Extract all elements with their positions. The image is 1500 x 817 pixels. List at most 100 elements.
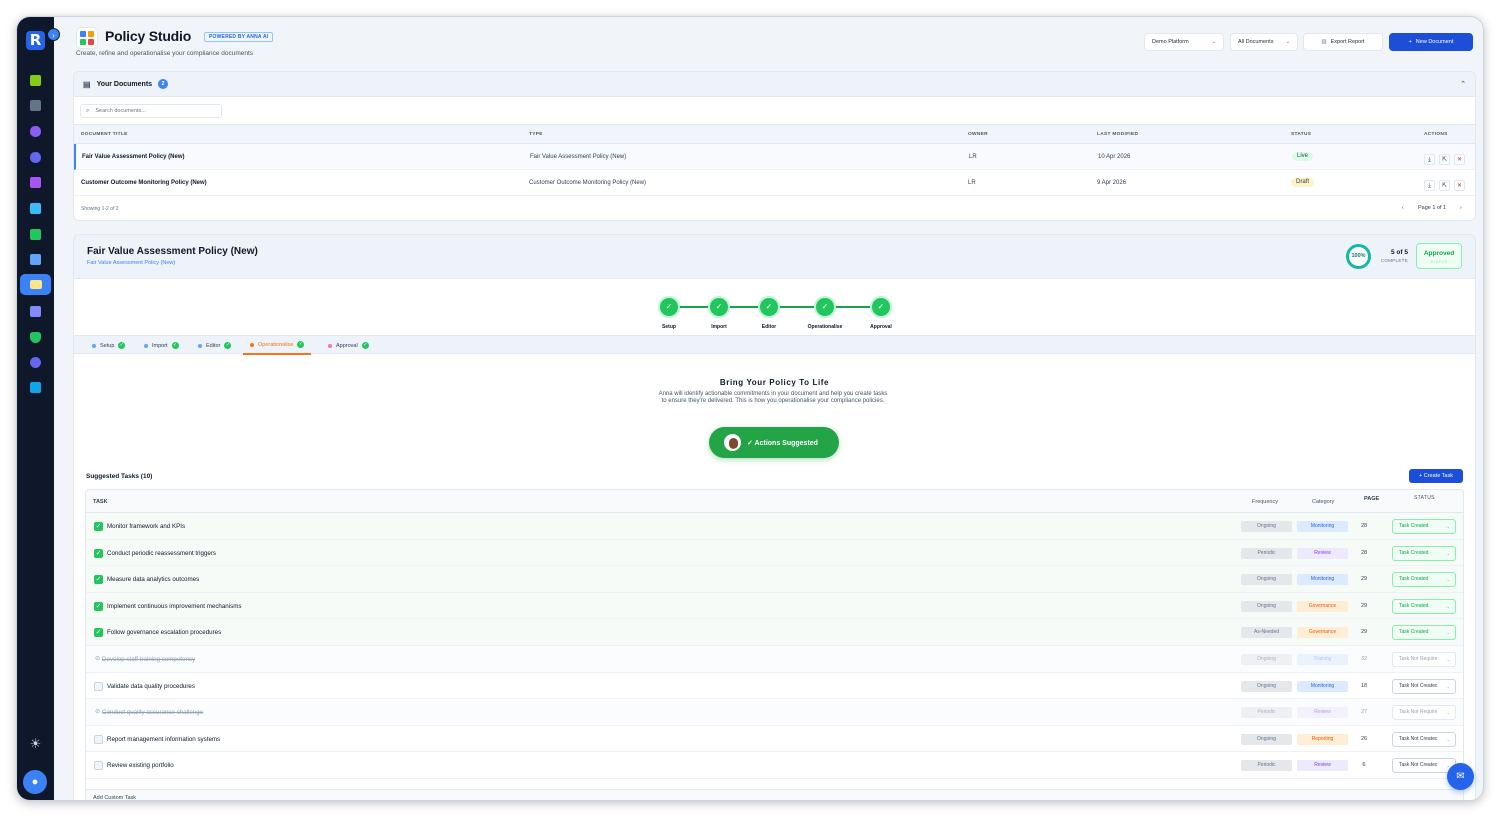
task-status-select[interactable]: Task Created ⌄ xyxy=(1392,598,1456,614)
nav-dashboard-icon[interactable] xyxy=(25,198,46,219)
task-status-select[interactable]: Task Created ⌄ xyxy=(1392,572,1456,588)
task-row[interactable]: Validate data quality procedures Ongoing M… xyxy=(86,673,1463,700)
search-input[interactable] xyxy=(95,108,206,114)
download-icon[interactable]: ⤓ xyxy=(1424,180,1435,191)
task-status-label: Task Not Createc xyxy=(1399,762,1438,769)
export-report-button[interactable]: ▥ Export Report xyxy=(1303,33,1383,51)
open-external-icon[interactable]: ⇱ xyxy=(1439,180,1450,191)
task-status-select[interactable]: Task Created ⌄ xyxy=(1392,519,1456,534)
frequency-badge: As-Needed xyxy=(1241,627,1292,639)
task-row[interactable]: ⊘ Conduct quality assurance challenge Peri… xyxy=(86,699,1463,726)
platform-select[interactable]: Demo Platform ⌄ xyxy=(1144,33,1224,51)
tab-label: Setup xyxy=(100,342,115,349)
task-status-select[interactable]: Task Created ⌄ xyxy=(1392,545,1456,561)
task-status-select[interactable]: Task Not Require ⌄ xyxy=(1392,652,1456,667)
check-icon: ✓ xyxy=(171,342,179,349)
new-document-button[interactable]: + New Document xyxy=(1389,33,1473,51)
col-status[interactable]: STATUS xyxy=(1291,132,1311,137)
step-operationalise-check-icon[interactable]: ✓ xyxy=(814,296,836,318)
task-status-select[interactable]: Task Created ⌄ xyxy=(1392,625,1456,641)
nav-policy-studio-icon[interactable] xyxy=(20,274,51,295)
task-row[interactable]: ✓ Follow governance escalation procedures… xyxy=(86,619,1463,646)
frequency-badge: Periodic xyxy=(1241,707,1292,719)
chat-icon[interactable]: ✉ xyxy=(1447,763,1474,790)
table-row[interactable]: Customer Outcome Monitoring Policy (New)… xyxy=(74,170,1475,196)
tab-operationalise[interactable]: Operationalise ✓ xyxy=(243,336,312,355)
add-custom-task-row[interactable]: Add Custom Task xyxy=(86,789,1463,800)
category-badge: Review xyxy=(1297,547,1348,559)
delete-icon[interactable]: ✕ xyxy=(1454,180,1465,191)
category-badge: Monitoring xyxy=(1297,680,1348,692)
nav-shield-icon[interactable] xyxy=(25,147,46,168)
create-task-button[interactable]: + Create Task xyxy=(1409,469,1463,483)
tab-approval[interactable]: Approval ✓ xyxy=(328,336,369,355)
download-icon[interactable]: ⤓ xyxy=(1424,154,1435,165)
checkbox-unchecked-icon[interactable] xyxy=(94,761,103,771)
category-badge: Governance xyxy=(1297,627,1348,639)
col-category: Category xyxy=(1312,499,1335,505)
col-type[interactable]: TYPE xyxy=(529,132,543,137)
task-row[interactable]: ✓ Conduct periodic reassessment triggers P… xyxy=(86,539,1463,567)
checkbox-unchecked-icon[interactable] xyxy=(94,734,103,744)
task-status-select[interactable]: Task Not Createc ⌄ xyxy=(1392,758,1456,774)
task-status-select[interactable]: Task Not Require ⌄ xyxy=(1392,705,1456,721)
checkbox-checked-icon[interactable]: ✓ xyxy=(94,628,103,638)
nav-security-icon[interactable] xyxy=(25,327,46,348)
next-page-icon[interactable]: › xyxy=(1460,205,1462,211)
step-editor-check-icon[interactable]: ✓ xyxy=(758,296,780,318)
checkbox-checked-icon[interactable]: ✓ xyxy=(94,548,103,558)
theme-toggle-icon[interactable]: ☀ xyxy=(28,736,43,751)
checkbox-checked-icon[interactable]: ✓ xyxy=(94,522,103,531)
task-row[interactable]: Report management information systems Ong… xyxy=(86,726,1463,753)
policy-title: Fair Value Assessment Policy (New) xyxy=(87,246,258,257)
task-name: Implement continuous improvement mechani… xyxy=(107,602,242,610)
checkbox-checked-icon[interactable]: ✓ xyxy=(94,601,103,611)
nav-building-icon[interactable] xyxy=(25,95,46,116)
nav-messages-icon[interactable] xyxy=(25,224,46,245)
user-avatar-icon[interactable]: ● xyxy=(23,770,47,794)
task-row[interactable]: ✓ Measure data analytics outcomes Ongoing M… xyxy=(86,566,1463,593)
step-import-check-icon[interactable]: ✓ xyxy=(708,296,730,318)
nav-analytics-icon[interactable] xyxy=(25,249,46,270)
task-row[interactable]: ✓ Monitor framework and KPIs Ongoing Monito… xyxy=(86,513,1463,540)
documents-header[interactable]: ▤ Your Documents 2 ⌃ xyxy=(74,72,1475,97)
frequency-badge: Periodic xyxy=(1241,760,1292,772)
col-owner[interactable]: OWNER xyxy=(968,132,988,137)
main-content: Policy Studio POWERED BY ANNA AI Create,… xyxy=(54,17,1483,800)
documents-filter-select[interactable]: All Documents ⌄ xyxy=(1230,33,1298,51)
task-status-select[interactable]: Task Not Createc ⌄ xyxy=(1392,731,1456,747)
col-last-modified[interactable]: LAST MODIFIED xyxy=(1097,132,1138,137)
actions-suggested-button[interactable]: ✓ Actions Suggested xyxy=(709,427,839,458)
step-setup-check-icon[interactable]: ✓ xyxy=(658,296,680,318)
nav-target-icon[interactable] xyxy=(25,352,46,373)
task-row[interactable]: ⊘ Develop staff training competency Ongoin… xyxy=(86,646,1463,673)
col-document-title[interactable]: DOCUMENT TITLE xyxy=(81,132,128,137)
tab-import[interactable]: Import ✓ xyxy=(144,336,179,355)
skipped-icon[interactable]: ⊘ xyxy=(93,655,102,664)
frequency-badge: Ongoing xyxy=(1241,521,1292,532)
nav-reports-icon[interactable] xyxy=(25,70,46,91)
nav-database-icon[interactable] xyxy=(25,172,46,193)
checkbox-checked-icon[interactable]: ✓ xyxy=(94,575,103,585)
expand-sidebar-icon[interactable]: › xyxy=(47,28,60,41)
col-status: STATUS xyxy=(1414,495,1435,501)
step-approval-check-icon[interactable]: ✓ xyxy=(870,296,892,318)
nav-users-icon[interactable] xyxy=(25,121,46,142)
table-row[interactable]: Fair Value Assessment Policy (New) Fair … xyxy=(74,144,1475,170)
task-row[interactable]: Review existing portfolio Periodic Review 6… xyxy=(86,752,1463,779)
checkbox-unchecked-icon[interactable] xyxy=(94,681,103,691)
app-logo[interactable]: R xyxy=(26,31,45,50)
bring-to-life-description: Anna will identify actionable commitment… xyxy=(658,391,888,404)
task-status-select[interactable]: Task Not Createc ⌄ xyxy=(1392,678,1456,694)
skipped-icon[interactable]: ⊘ xyxy=(93,708,102,717)
collapse-chevron-icon[interactable]: ⌃ xyxy=(1460,80,1466,88)
nav-monitor-icon[interactable] xyxy=(25,377,46,398)
complete-label: COMPLETE xyxy=(1380,258,1408,263)
prev-page-icon[interactable]: ‹ xyxy=(1402,205,1404,211)
nav-documents-icon[interactable] xyxy=(25,301,46,322)
delete-icon[interactable]: ✕ xyxy=(1454,154,1465,165)
task-row[interactable]: ✓ Implement continuous improvement mechan… xyxy=(86,592,1463,620)
tab-setup[interactable]: Setup ✓ xyxy=(92,336,126,355)
tab-editor[interactable]: Editor ✓ xyxy=(198,336,232,355)
open-external-icon[interactable]: ⇱ xyxy=(1439,154,1450,165)
